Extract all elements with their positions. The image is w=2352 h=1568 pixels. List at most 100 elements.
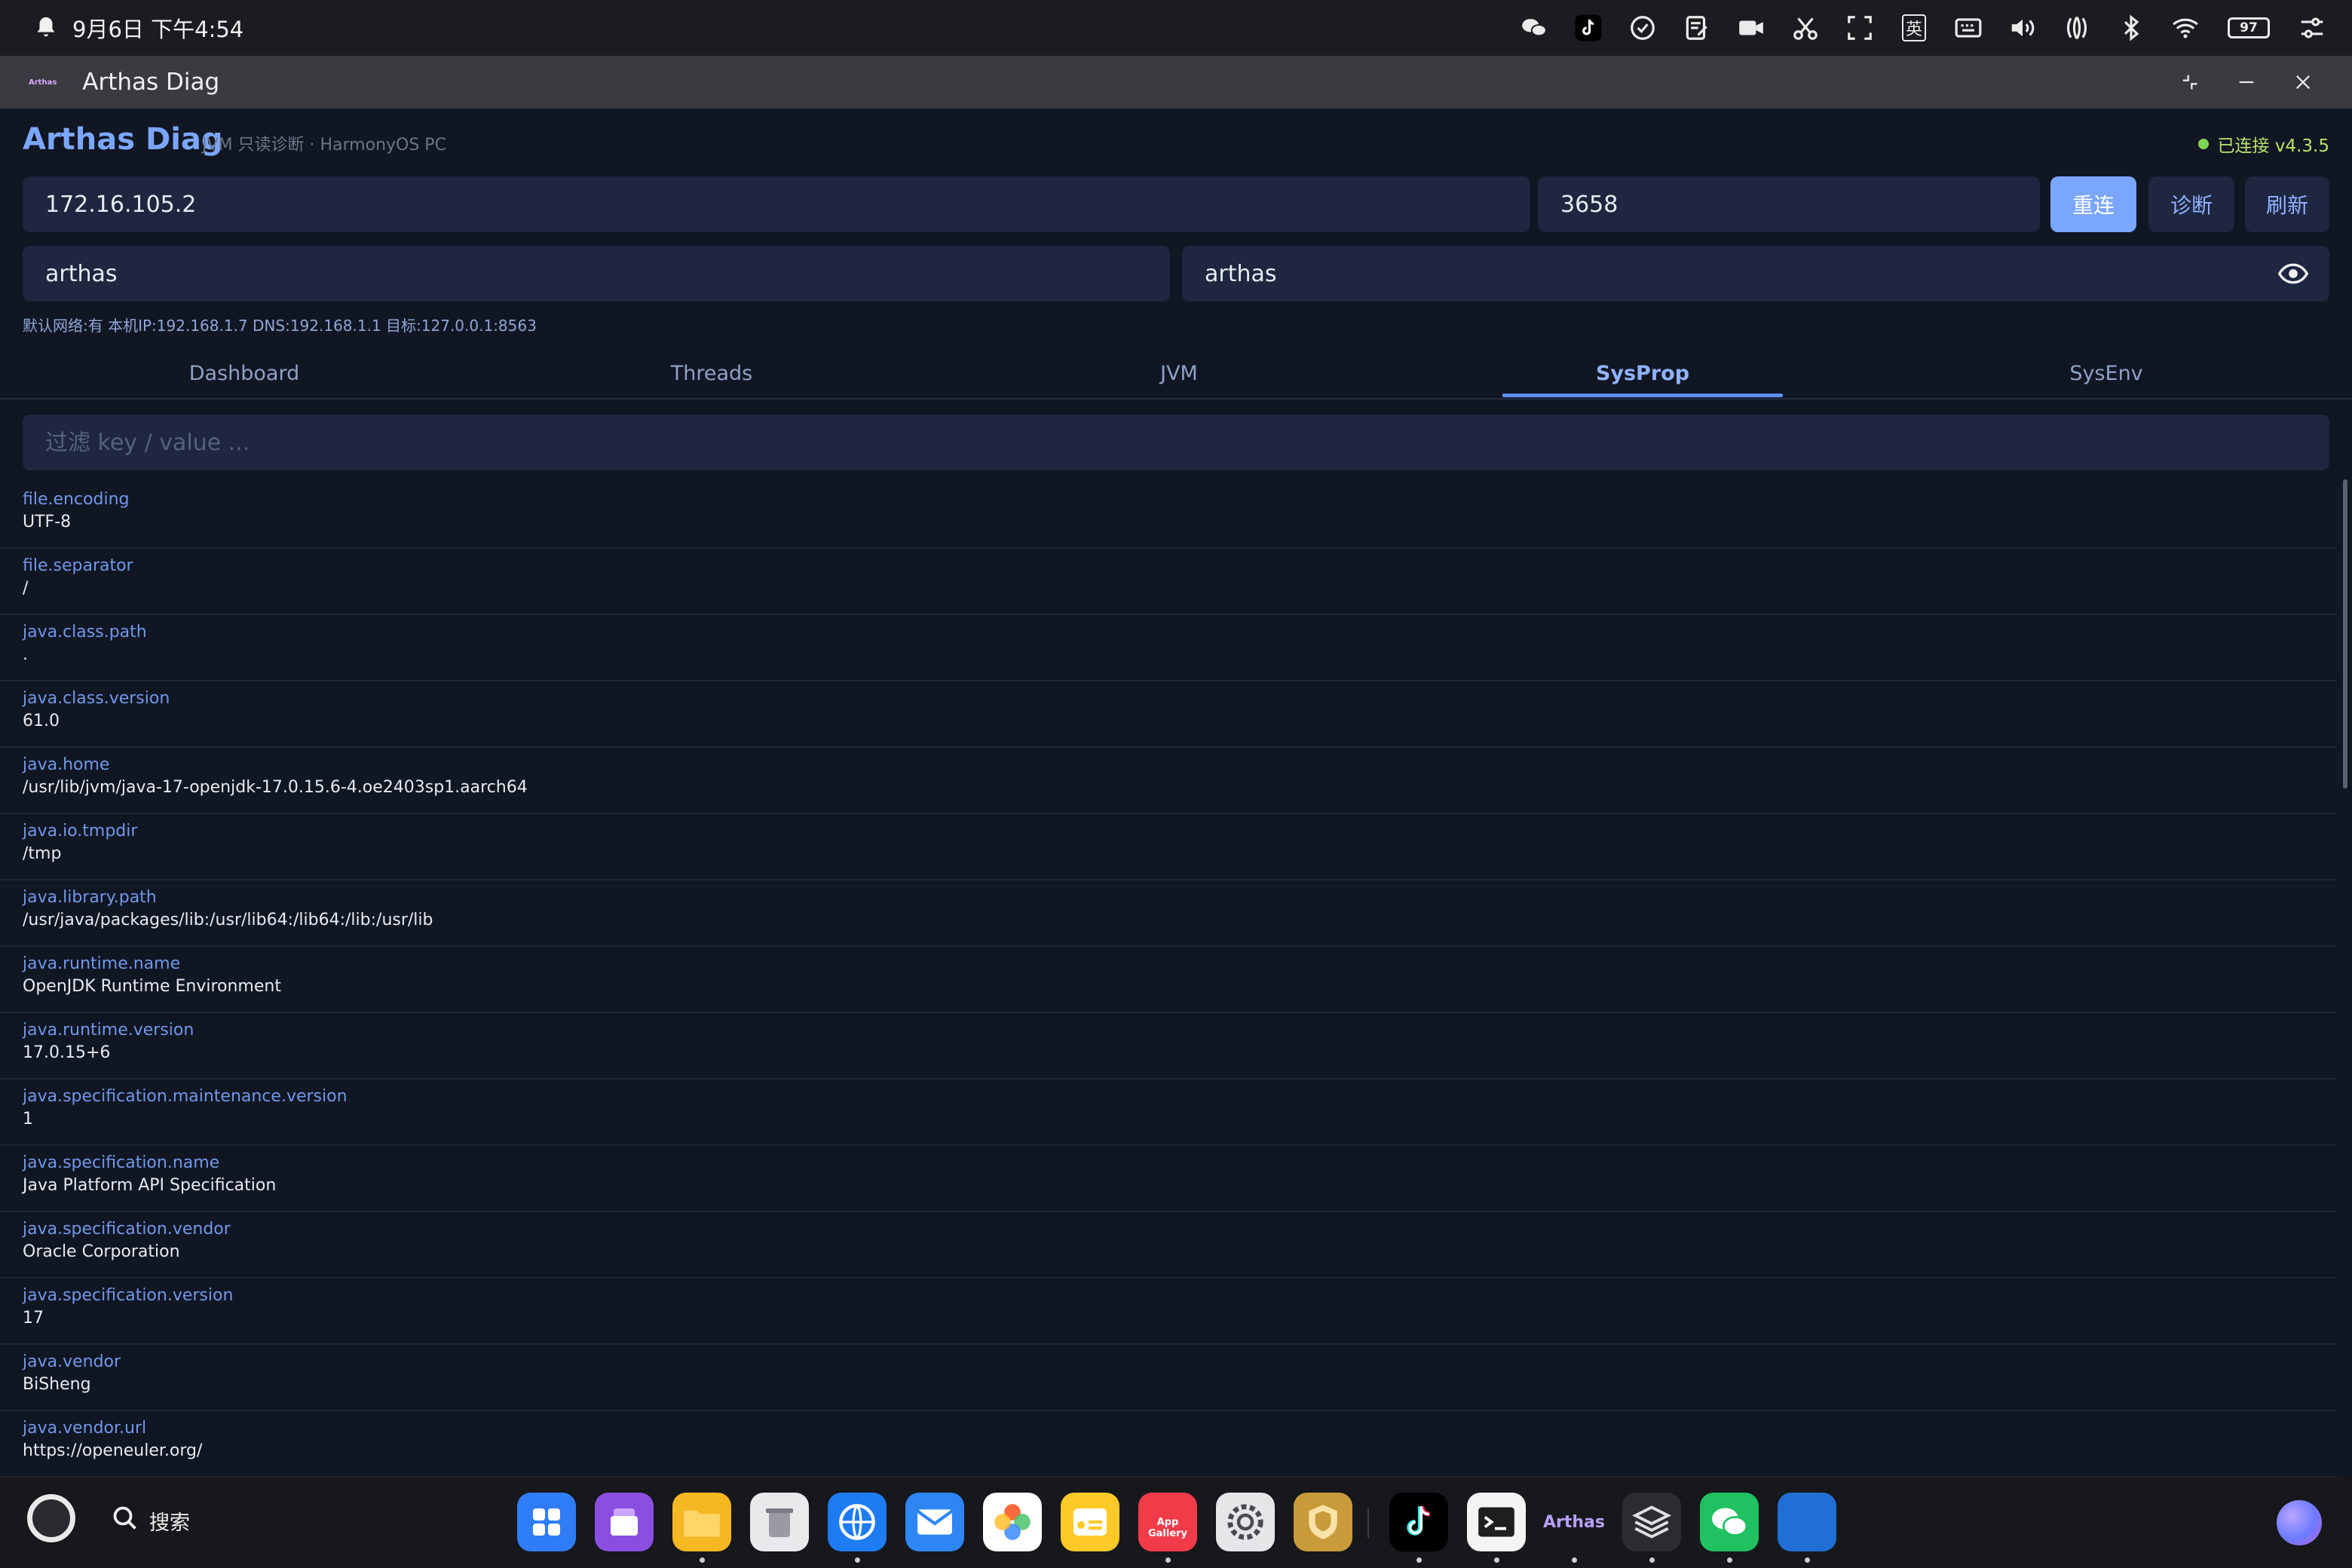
screen-capture-icon[interactable]	[1842, 13, 1877, 43]
search-icon[interactable]	[112, 1505, 139, 1532]
window-restore-button[interactable]	[2164, 56, 2216, 109]
running-indicator	[1649, 1557, 1655, 1563]
host-input[interactable]: 172.16.105.2	[23, 176, 1530, 232]
property-key: java.specification.version	[23, 1286, 234, 1305]
terminal-icon[interactable]	[1467, 1493, 1526, 1551]
property-value: .	[23, 645, 28, 664]
volume-icon[interactable]	[2005, 13, 2040, 43]
port-input[interactable]: 3658	[1538, 176, 2040, 232]
wifi-icon[interactable]	[2168, 13, 2203, 43]
arthas-app-icon[interactable]: Arthas	[1543, 1493, 1605, 1551]
list-item[interactable]: java.class.version 61.0	[0, 681, 2337, 748]
ime-english-icon[interactable]: 英	[1897, 13, 1931, 43]
keyboard-icon[interactable]	[1951, 13, 1986, 43]
property-value: https://openeuler.org/	[23, 1441, 203, 1460]
list-item[interactable]: java.vendor.url https://openeuler.org/	[0, 1411, 2337, 1478]
window-minimize-button[interactable]	[2220, 56, 2273, 109]
files-folder-icon[interactable]	[672, 1493, 731, 1551]
property-key: java.home	[23, 755, 110, 774]
tab-dashboard[interactable]: Dashboard	[11, 348, 478, 398]
running-indicator	[1416, 1557, 1422, 1563]
list-scrollbar[interactable]	[2343, 479, 2347, 789]
nfc-icon[interactable]	[2060, 13, 2094, 43]
blue-app-icon[interactable]	[1778, 1493, 1836, 1551]
status-dot-icon	[2197, 139, 2209, 149]
start-button[interactable]	[27, 1494, 75, 1542]
property-value: UTF-8	[23, 513, 72, 531]
ai-assistant-icon[interactable]	[1625, 13, 1660, 43]
layers-app-icon[interactable]	[1622, 1493, 1681, 1551]
multitask-icon[interactable]	[595, 1493, 654, 1551]
property-value: 17	[23, 1309, 44, 1328]
property-key: java.vendor	[23, 1352, 121, 1371]
property-value: /usr/java/packages/lib:/usr/lib64:/lib64…	[23, 911, 433, 929]
username-input[interactable]: arthas	[23, 246, 1170, 302]
filter-input[interactable]	[23, 415, 2329, 470]
list-item[interactable]: java.specification.version 17	[0, 1279, 2337, 1345]
list-item[interactable]: java.home/usr/lib/jvm/java-17-openjdk-17…	[0, 748, 2337, 814]
tab-sysenv[interactable]: SysEnv	[1873, 348, 2340, 398]
window-title: Arthas Diag	[82, 69, 220, 96]
app-gallery-icon[interactable]: App Gallery	[1138, 1493, 1197, 1551]
list-item[interactable]: java.runtime.version 17.0.15+6	[0, 1013, 2337, 1080]
list-item[interactable]: file.encoding UTF-8	[0, 482, 2337, 549]
window-app-logo: Arthas	[29, 78, 57, 87]
window-close-button[interactable]	[2277, 56, 2329, 109]
password-value: arthas	[1205, 260, 1277, 287]
property-value: 17.0.15+6	[23, 1043, 111, 1062]
dock-separator	[1367, 1508, 1369, 1538]
tab-jvm[interactable]: JVM	[945, 348, 1413, 398]
property-key: java.library.path	[23, 888, 157, 907]
control-center-icon[interactable]	[2295, 13, 2329, 43]
tiktok-icon[interactable]	[1571, 13, 1606, 43]
list-item[interactable]: java.io.tmpdir/tmp	[0, 814, 2337, 880]
assistant-orb-icon[interactable]	[2277, 1500, 2322, 1545]
refresh-button[interactable]: 刷新	[2245, 176, 2329, 232]
list-item[interactable]: java.class.path.	[0, 615, 2337, 681]
property-value: /	[23, 579, 29, 598]
tiktok-app-icon[interactable]	[1389, 1493, 1448, 1551]
property-value: OpenJDK Runtime Environment	[23, 977, 281, 996]
list-item[interactable]: java.specification.maintenance.version 1	[0, 1080, 2337, 1146]
app-title: Arthas Diag	[23, 122, 223, 157]
trash-icon[interactable]	[750, 1493, 809, 1551]
list-item[interactable]: java.runtime.name OpenJDK Runtime Environ…	[0, 947, 2337, 1013]
running-indicator	[1494, 1557, 1499, 1563]
list-item[interactable]: java.vendor BiSheng	[0, 1345, 2337, 1411]
list-item[interactable]: java.library.path/usr/java/packages/lib:…	[0, 880, 2337, 947]
memo-icon[interactable]	[1061, 1493, 1119, 1551]
browser-icon[interactable]	[828, 1493, 887, 1551]
settings-gear-icon[interactable]	[1216, 1493, 1275, 1551]
mail-icon[interactable]	[905, 1493, 964, 1551]
window-title-bar[interactable]: Arthas Arthas Diag	[0, 56, 2352, 109]
running-indicator	[1805, 1557, 1810, 1563]
launcher-grid-icon[interactable]	[517, 1493, 576, 1551]
running-indicator	[1165, 1557, 1171, 1563]
tab-sysprop[interactable]: SysProp	[1413, 348, 1873, 398]
system-status-bar: 9月6日 下午4:54 英 97	[0, 0, 2352, 56]
notes-icon[interactable]	[1680, 13, 1714, 43]
notification-bell-icon[interactable]	[33, 15, 59, 41]
wechat-app-icon[interactable]	[1700, 1493, 1759, 1551]
connection-status-text: 已连接 v4.3.5	[2217, 136, 2329, 156]
arthas-app-label: Arthas	[1543, 1512, 1605, 1532]
wechat-icon[interactable]	[1517, 13, 1551, 43]
security-shield-icon[interactable]	[1294, 1493, 1352, 1551]
list-item[interactable]: java.specification.vendor Oracle Corporat…	[0, 1212, 2337, 1279]
app-gallery-label: App Gallery	[1147, 1517, 1188, 1539]
property-key: java.class.path	[23, 623, 147, 642]
password-field[interactable]: arthas	[1182, 246, 2329, 302]
photos-icon[interactable]	[983, 1493, 1042, 1551]
diagnose-button[interactable]: 诊断	[2148, 176, 2234, 232]
property-key: file.separator	[23, 556, 133, 575]
tab-threads[interactable]: Threads	[478, 348, 945, 398]
bluetooth-icon[interactable]	[2114, 13, 2148, 43]
eye-icon[interactable]	[2278, 262, 2308, 285]
list-item[interactable]: java.specification.name Java Platform API…	[0, 1146, 2337, 1212]
video-camera-icon[interactable]	[1734, 13, 1769, 43]
search-label[interactable]: 搜索	[149, 1506, 190, 1536]
reconnect-button[interactable]: 重连	[2050, 176, 2136, 232]
list-item[interactable]: file.separator /	[0, 549, 2337, 615]
screenshot-icon[interactable]	[1788, 13, 1823, 43]
app-subtitle: JVM 只读诊断 · HarmonyOS PC	[202, 136, 446, 155]
